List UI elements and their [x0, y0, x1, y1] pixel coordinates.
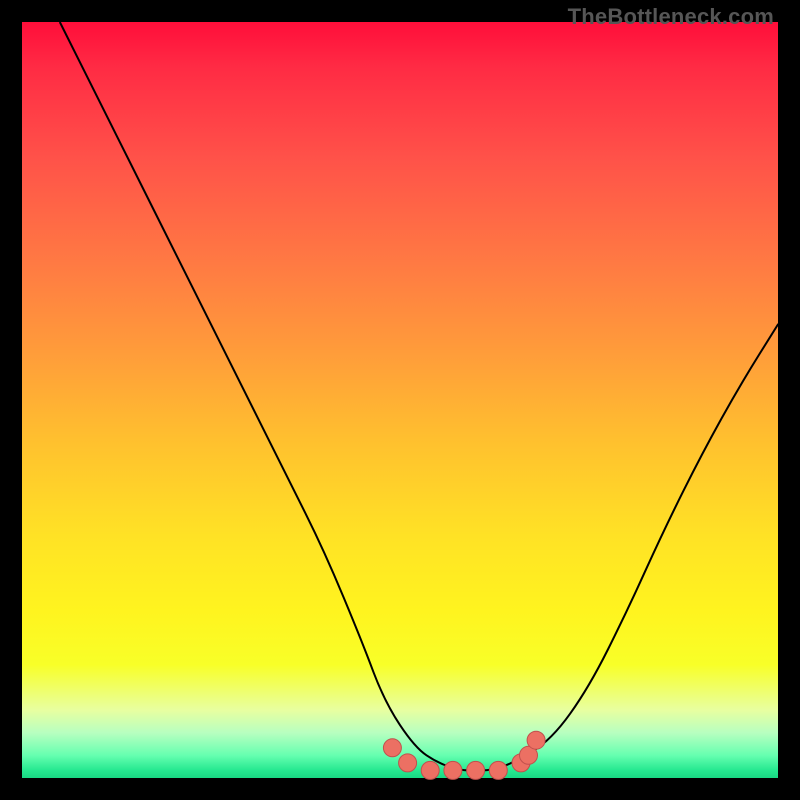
marker-dot — [421, 761, 439, 779]
bottleneck-floor-markers — [383, 731, 545, 779]
marker-dot — [489, 761, 507, 779]
watermark-text: TheBottleneck.com — [568, 4, 774, 30]
chart-plot-area — [22, 22, 778, 778]
chart-frame: TheBottleneck.com — [0, 0, 800, 800]
marker-dot — [399, 754, 417, 772]
chart-svg — [22, 22, 778, 778]
bottleneck-curve — [60, 22, 778, 770]
marker-dot — [467, 761, 485, 779]
marker-dot — [383, 739, 401, 757]
marker-dot — [527, 731, 545, 749]
marker-dot — [444, 761, 462, 779]
